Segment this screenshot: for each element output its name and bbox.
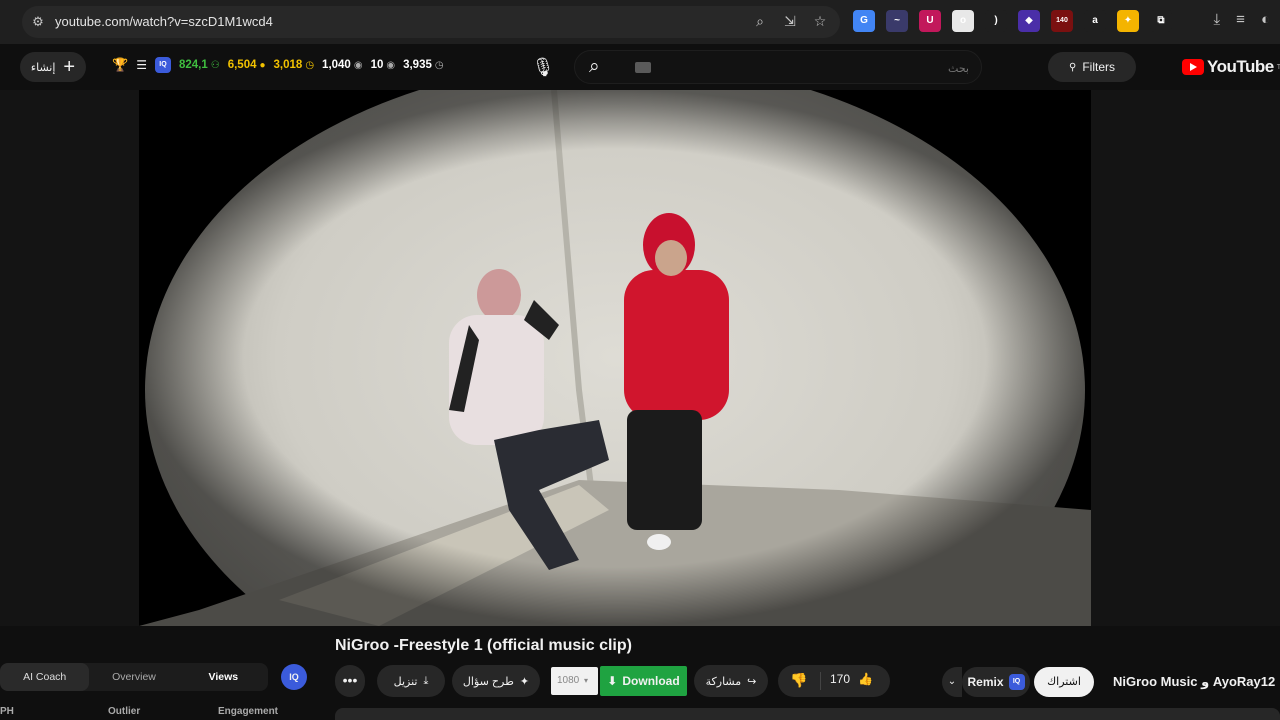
- address-bar[interactable]: ⚙ youtube.com/watch?v=szcD1M1wcd4 ⌕ ⇲ ☆: [22, 6, 840, 38]
- star-ext-icon[interactable]: ✦: [1117, 10, 1139, 32]
- zoom-icon[interactable]: ⌕: [752, 13, 768, 29]
- keyboard-icon[interactable]: [635, 62, 651, 73]
- filters-label: Filters: [1082, 60, 1115, 74]
- dislike-icon[interactable]: 👎: [790, 672, 807, 689]
- sparkle-icon: ✦: [519, 675, 530, 688]
- puzzle-icon[interactable]: ⧉: [1150, 10, 1172, 32]
- plus-icon: +: [63, 56, 76, 78]
- create-label: إنشاء: [30, 61, 56, 74]
- share-button[interactable]: مشاركة ↪: [694, 665, 768, 697]
- search-box: ⌕: [574, 50, 982, 84]
- wave-icon[interactable]: ~: [886, 10, 908, 32]
- more-actions-button[interactable]: •••: [335, 665, 365, 697]
- iq-badge[interactable]: IQ: [281, 664, 307, 690]
- browser-toolbar: ⚙ youtube.com/watch?v=szcD1M1wcd4 ⌕ ⇲ ☆ …: [0, 0, 1280, 44]
- bookmark-star-icon[interactable]: ☆: [812, 13, 828, 29]
- remix-button[interactable]: Remix IQ: [962, 667, 1030, 697]
- sub-label-outlier: Outlier: [108, 706, 141, 717]
- coin-icon: ●: [259, 59, 266, 71]
- clock-icon: ◷: [305, 59, 315, 71]
- u-icon[interactable]: U: [919, 10, 941, 32]
- save-download-label: تنزيل: [393, 675, 418, 688]
- create-button[interactable]: إنشاء +: [20, 52, 86, 82]
- stat-item: 10 ◉: [371, 59, 396, 71]
- filter-icon: ⚲: [1069, 61, 1077, 73]
- like-dislike-group: 👎 170 👍: [778, 665, 890, 697]
- like-button[interactable]: 170 👍: [830, 672, 873, 686]
- save-download-button[interactable]: تنزيل ⤓: [377, 665, 445, 697]
- download-label: Download: [622, 674, 680, 688]
- tab-views[interactable]: Views: [179, 671, 268, 683]
- download-icon: ⤓: [423, 674, 429, 687]
- download-arrow-icon: ⬇: [607, 674, 618, 688]
- like-separator: [820, 672, 821, 690]
- stat-value: 1,040: [322, 59, 351, 71]
- gem-icon[interactable]: ◆: [1018, 10, 1040, 32]
- filters-button[interactable]: ⚲ Filters: [1048, 52, 1136, 82]
- analytics-tabs: AI Coach Overview Views: [0, 663, 268, 691]
- profile-icon[interactable]: ◐: [1261, 11, 1270, 28]
- iq-icon[interactable]: IQ: [154, 57, 171, 73]
- video-player[interactable]: [139, 90, 1091, 626]
- person-icon: ⚇: [210, 59, 220, 71]
- youtube-play-icon: [1182, 59, 1204, 75]
- chevron-down-icon[interactable]: ⌄: [942, 667, 962, 697]
- video-title: NiGroo -Freestyle 1 (official music clip…: [335, 637, 632, 654]
- stat-item: 3,935 ◷: [403, 59, 444, 71]
- clock-icon: ◷: [434, 59, 444, 71]
- video-frame: [139, 90, 1091, 626]
- site-settings-icon[interactable]: ⚙: [30, 14, 46, 30]
- search-icon[interactable]: ⌕: [589, 56, 600, 78]
- share-label: مشاركة: [705, 675, 742, 688]
- channel-name[interactable]: NiGroo Music و AyoRay12: [1113, 674, 1275, 690]
- ask-label: طرح سؤال: [462, 675, 514, 688]
- chevron-down-icon: ▾: [584, 676, 589, 685]
- ask-button[interactable]: طرح سؤال ✦: [452, 665, 540, 697]
- stat-item: 1,040 ◉: [322, 59, 363, 71]
- quality-select[interactable]: 1080 ▾: [551, 667, 598, 695]
- stat-value: 3,935: [403, 59, 432, 71]
- tab-ai-coach[interactable]: AI Coach: [0, 663, 90, 691]
- translate-icon[interactable]: G: [853, 10, 875, 32]
- stat-value: 6,504: [227, 59, 257, 71]
- sub-label-ph: PH: [0, 706, 14, 717]
- downloads-icon[interactable]: ⤓: [1214, 11, 1221, 28]
- avatar-ext-icon[interactable]: o: [952, 10, 974, 32]
- amazon-icon[interactable]: a: [1084, 10, 1106, 32]
- youtube-wordmark: YouTube: [1207, 57, 1274, 76]
- stat-item: 6,504 ●: [228, 59, 266, 71]
- youtube-logo[interactable]: YouTube TM: [1182, 57, 1280, 77]
- orange-ext-icon[interactable]: ): [985, 10, 1007, 32]
- share-icon: ↪: [747, 675, 757, 688]
- install-app-icon[interactable]: ⇲: [782, 13, 798, 29]
- subscribe-button[interactable]: اشتراك: [1034, 667, 1094, 697]
- stat-item: 3,018 ◷: [274, 59, 315, 71]
- iq-icon: IQ: [1008, 674, 1025, 690]
- media-control-icon[interactable]: ≡: [1236, 11, 1245, 28]
- voice-search-icon[interactable]: 🎙: [527, 52, 559, 82]
- like-count: 170: [830, 672, 851, 686]
- stat-item: 824,1 ⚇: [179, 59, 220, 71]
- stat-value: 10: [370, 59, 384, 71]
- youtube-header: إنشاء + 🏆 ☰ IQ 824,1 ⚇ 6,504 ● 3,018 ◷ 1,040 ◉ 1…: [0, 44, 1280, 90]
- eye-icon: ◉: [353, 59, 363, 71]
- sub-label-engagement: Engagement: [218, 706, 279, 717]
- channel-stats-bar: 🏆 ☰ IQ 824,1 ⚇ 6,504 ● 3,018 ◷ 1,040 ◉ 10 ◉ 3,935 ◷: [112, 57, 444, 73]
- counter-ext-icon[interactable]: 140: [1051, 10, 1073, 32]
- url-text[interactable]: youtube.com/watch?v=szcD1M1wcd4: [55, 14, 273, 29]
- thumbs-up-icon: 👍: [858, 672, 873, 686]
- extensions-row: G ~ Uo) ◆ 140 a ✦ ⧉: [853, 10, 1172, 32]
- analytics-sub-labels: PH Outlier Engagement: [0, 706, 300, 717]
- download-button[interactable]: ⬇ Download: [600, 666, 687, 696]
- tab-overview[interactable]: Overview: [89, 671, 178, 683]
- remix-label: Remix: [967, 675, 1004, 689]
- search-input[interactable]: [669, 58, 969, 78]
- eye-icon: ◉: [386, 59, 396, 71]
- list-icon[interactable]: ☰: [136, 58, 147, 72]
- quality-value: 1080: [557, 675, 580, 686]
- stat-value: 824,1: [178, 59, 208, 71]
- description-box[interactable]: [335, 708, 1280, 720]
- trophy-icon[interactable]: 🏆: [112, 57, 128, 73]
- stat-value: 3,018: [273, 59, 303, 71]
